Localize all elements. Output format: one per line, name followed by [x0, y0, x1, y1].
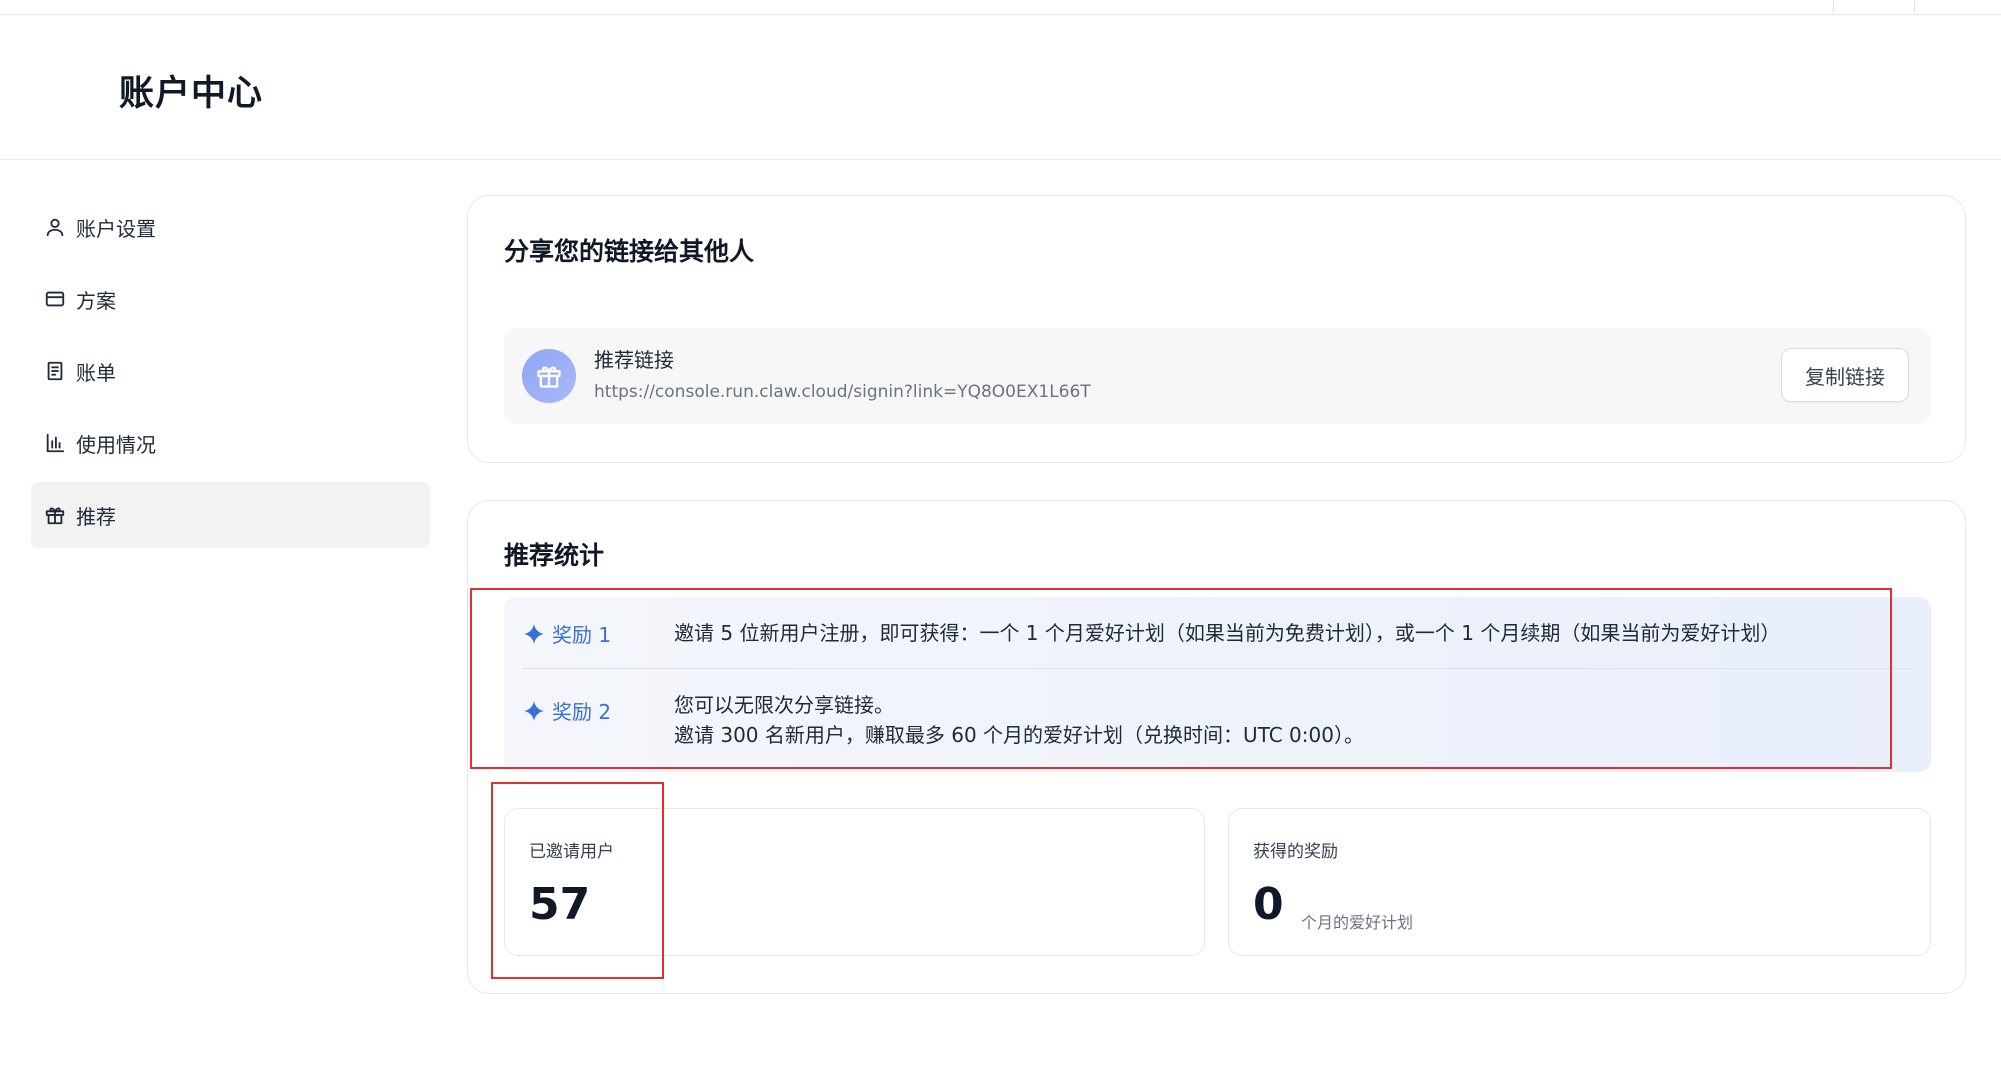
sidebar-item-referral[interactable]: 推荐 [31, 482, 430, 548]
gift-icon [522, 349, 576, 403]
sparkle-icon [524, 700, 544, 721]
sidebar-item-label: 推荐 [76, 504, 116, 529]
top-bar-divider [1833, 0, 1834, 15]
document-icon [47, 361, 63, 381]
sidebar-item-label: 方案 [76, 288, 116, 313]
top-bar [0, 0, 2001, 15]
reward-tag-label: 奖励 1 [552, 623, 612, 647]
page-header: 账户中心 [0, 15, 2001, 160]
reward-line: 邀请 5 位新用户注册，即可获得：一个 1 个月爱好计划（如果当前为免费计划），… [674, 621, 1781, 645]
top-bar-divider [1914, 0, 1915, 15]
credit-card-icon [45, 291, 65, 307]
stat-value: 0 [1253, 879, 1284, 930]
bar-chart-icon [46, 433, 65, 453]
reward-row: 奖励 2 您可以无限次分享链接。 邀请 300 名新用户，赚取最多 60 个月的… [522, 670, 1913, 772]
reward-tag: 奖励 1 [522, 619, 611, 648]
stat-value: 57 [529, 879, 591, 930]
copy-link-button[interactable]: 复制链接 [1781, 348, 1909, 402]
stat-label: 已邀请用户 [529, 842, 614, 862]
reward-line: 邀请 300 名新用户，赚取最多 60 个月的爱好计划（兑换时间：UTC 0:0… [674, 723, 1364, 747]
stats-title: 推荐统计 [504, 541, 605, 570]
referral-link-box: 推荐链接 https://console.run.claw.cloud/sign… [504, 328, 1931, 424]
gift-icon [45, 507, 65, 525]
stat-unit: 个月的爱好计划 [1301, 913, 1414, 932]
referral-link-url[interactable]: https://console.run.claw.cloud/signin?li… [594, 382, 1091, 402]
reward-tag-label: 奖励 2 [552, 700, 612, 724]
sidebar-item-billing[interactable]: 账单 [31, 338, 430, 404]
sidebar-item-label: 使用情况 [76, 432, 156, 457]
invited-users-stat: 已邀请用户 57 [504, 808, 1205, 956]
stat-label: 获得的奖励 [1253, 842, 1338, 862]
sidebar-item-account-settings[interactable]: 账户设置 [31, 194, 430, 260]
rewards-panel: 奖励 1 邀请 5 位新用户注册，即可获得：一个 1 个月爱好计划（如果当前为免… [504, 597, 1931, 772]
sidebar-item-usage[interactable]: 使用情况 [31, 410, 430, 476]
user-icon [46, 218, 64, 237]
reward-line: 您可以无限次分享链接。 [674, 693, 894, 717]
earned-rewards-stat: 获得的奖励 0 个月的爱好计划 [1228, 808, 1931, 956]
reward-description: 您可以无限次分享链接。 邀请 300 名新用户，赚取最多 60 个月的爱好计划（… [674, 690, 1364, 750]
sparkle-icon [524, 623, 544, 644]
reward-description: 邀请 5 位新用户注册，即可获得：一个 1 个月爱好计划（如果当前为免费计划），… [674, 618, 1780, 648]
referral-link-label: 推荐链接 [594, 348, 674, 372]
share-card: 分享您的链接给其他人 推荐链接 https://console.run.claw… [467, 195, 1966, 463]
referral-stats-card: 推荐统计 奖励 1 邀请 5 位新用户注册，即可获得：一个 1 个月爱好计划（如… [467, 500, 1966, 994]
share-title: 分享您的链接给其他人 [504, 237, 755, 266]
reward-row: 奖励 1 邀请 5 位新用户注册，即可获得：一个 1 个月爱好计划（如果当前为免… [522, 597, 1913, 669]
sidebar-item-label: 账户设置 [76, 216, 156, 241]
reward-tag: 奖励 2 [522, 696, 611, 725]
sidebar-item-label: 账单 [76, 360, 116, 385]
sidebar-item-plan[interactable]: 方案 [31, 266, 430, 332]
page-title: 账户中心 [119, 74, 264, 114]
sidebar: 账户设置 方案 账单 使用情况 推荐 [31, 194, 430, 554]
